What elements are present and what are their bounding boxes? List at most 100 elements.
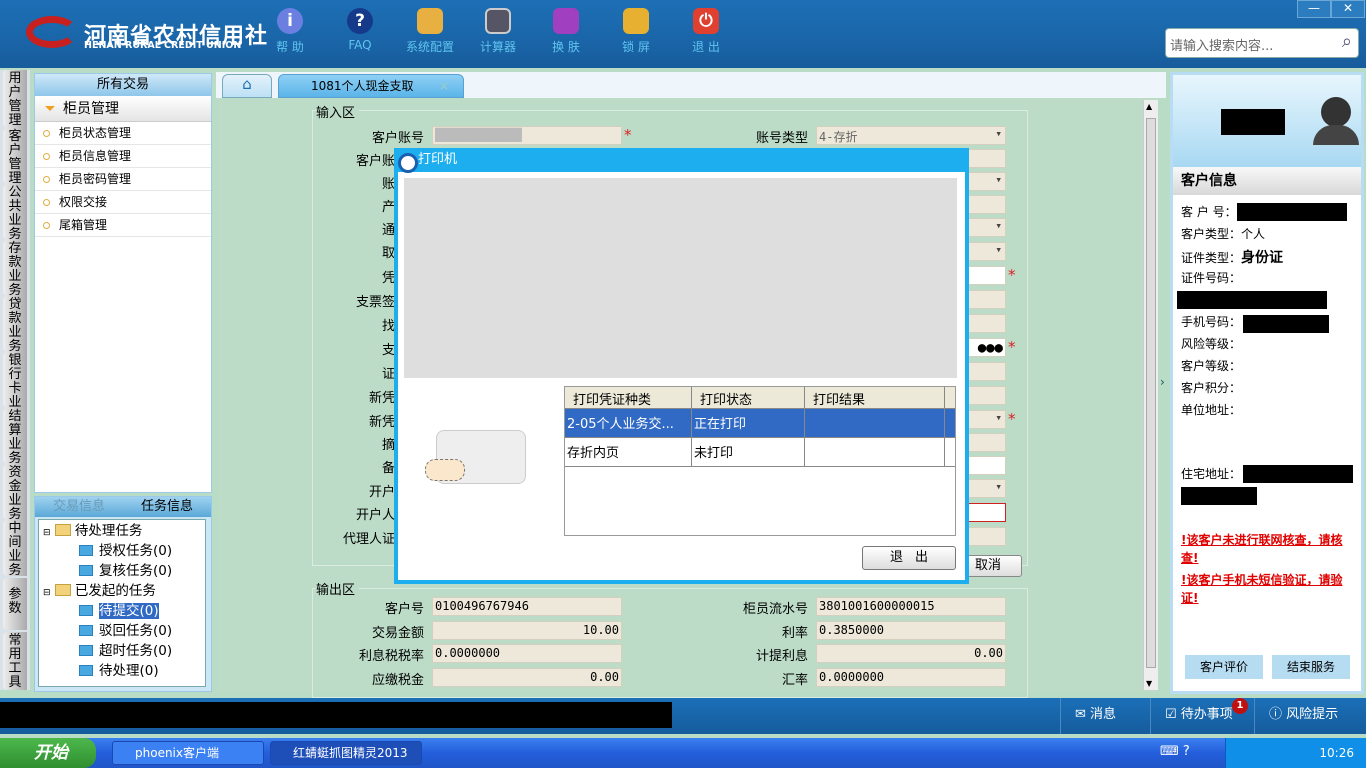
- menu-group[interactable]: 柜员管理: [35, 96, 211, 122]
- output-label: 客户号: [384, 602, 424, 617]
- field-label: 凭证: [258, 267, 408, 286]
- form-scrollbar[interactable]: ▲ ▼: [1143, 100, 1158, 690]
- folder-icon: [79, 665, 93, 676]
- taskbar-item[interactable]: 红蜻蜓抓图精灵2013: [270, 741, 422, 765]
- field-label: 开户人证: [355, 508, 408, 523]
- field-label: 产品: [258, 196, 408, 215]
- vtab-card[interactable]: 银行卡业务: [3, 352, 27, 408]
- table-header: 打印凭证种类 打印状态 打印结果: [565, 387, 955, 409]
- warning-link[interactable]: !该客户手机未短信验证，请验证!: [1181, 571, 1359, 607]
- collapse-panel-icon[interactable]: ›: [1160, 375, 1165, 389]
- folder-icon: [54, 584, 71, 596]
- tree-node[interactable]: ⊟ 已发起的任务: [43, 582, 156, 600]
- vtab-customer[interactable]: 客户管理: [3, 128, 27, 186]
- menu-item[interactable]: 柜员密码管理: [35, 168, 211, 191]
- menu-item[interactable]: 柜员信息管理: [35, 145, 211, 168]
- output-value: 10.00: [432, 620, 622, 640]
- warning-link[interactable]: !该客户未进行联网核查，请核查!: [1181, 531, 1359, 567]
- close-window-button[interactable]: ✕: [1331, 0, 1365, 18]
- customer-field: 单位地址：: [1181, 403, 1242, 417]
- tab-task-info[interactable]: 任务信息: [123, 497, 211, 517]
- menu-item[interactable]: 权限交接: [35, 191, 211, 214]
- folder-icon: [79, 545, 93, 556]
- printer-illustration-icon: [425, 430, 526, 484]
- search-input[interactable]: 请输入搜索内容... ⌕: [1165, 28, 1359, 58]
- faq-button[interactable]: ? FAQ: [328, 8, 392, 52]
- customer-field: 风险等级：: [1181, 337, 1242, 351]
- tab-transaction-info[interactable]: 交易信息: [35, 497, 123, 517]
- cancel-button[interactable]: 取消: [964, 555, 1022, 577]
- tree-node[interactable]: ⊟ 待处理任务: [43, 522, 142, 540]
- output-label: 汇率: [781, 672, 808, 688]
- vtab-settlement[interactable]: 结算业务: [3, 408, 27, 466]
- minimize-button[interactable]: —: [1297, 0, 1331, 18]
- vtab-deposit[interactable]: 存款业务: [3, 240, 27, 298]
- tab-home[interactable]: ⌂: [222, 74, 272, 98]
- customer-field: 客户等级：: [1181, 359, 1242, 373]
- customer-account-field[interactable]: ████████████: [432, 126, 622, 145]
- keyboard-icon[interactable]: ⌨ ?: [1160, 744, 1190, 759]
- vtab-user[interactable]: 用户管理: [3, 70, 27, 128]
- home-icon: ⌂: [242, 75, 252, 93]
- skin-button[interactable]: 换 肤: [534, 8, 598, 55]
- tab-transaction[interactable]: 1081个人现金支取 ×: [278, 74, 464, 98]
- output-value: 0.3850000: [816, 620, 1006, 640]
- vtab-loan[interactable]: 贷款业务: [3, 296, 27, 354]
- calculator-button[interactable]: 计算器: [466, 8, 530, 55]
- tree-leaf[interactable]: 驳回任务(0): [79, 622, 172, 640]
- vtab-fund[interactable]: 资金业务: [3, 464, 27, 522]
- vtab-tools[interactable]: 常用工具: [3, 632, 27, 690]
- task-tree: ⊟ 待处理任务 授权任务(0) 复核任务(0) ⊟ 已发起的任务 待提交(0) …: [38, 519, 206, 687]
- info-icon: i: [277, 8, 303, 34]
- output-area-legend: 输出区: [316, 579, 360, 598]
- folder-icon: [79, 625, 93, 636]
- menu-item[interactable]: 柜员状态管理: [35, 122, 211, 145]
- tree-leaf[interactable]: 待提交(0): [79, 602, 159, 620]
- settings-button[interactable]: 系统配置: [398, 8, 462, 55]
- output-label: 计提利息: [755, 649, 808, 664]
- field-label: 客户账号: [371, 131, 424, 146]
- help-button[interactable]: i帮 助: [258, 8, 322, 55]
- todo-badge: 1: [1232, 698, 1248, 714]
- vtab-public[interactable]: 公共业务: [3, 184, 27, 242]
- field-label: 开户人: [368, 485, 408, 500]
- customer-rating-button[interactable]: 客户评价: [1185, 655, 1263, 679]
- vtab-intermediary[interactable]: 中间业务: [3, 520, 27, 578]
- close-tab-icon[interactable]: ×: [439, 75, 449, 97]
- lock-icon: [623, 8, 649, 34]
- table-row[interactable]: 2-05个人业务交... 正在打印: [565, 409, 955, 438]
- power-icon: ⏻: [693, 8, 719, 34]
- field-label: 新凭证: [368, 415, 408, 430]
- redacted-value: [1237, 203, 1347, 221]
- tree-leaf[interactable]: 复核任务(0): [79, 562, 172, 580]
- tree-leaf[interactable]: 超时任务(0): [79, 642, 172, 660]
- tree-leaf[interactable]: 授权任务(0): [79, 542, 172, 560]
- menu-item[interactable]: 尾箱管理: [35, 214, 211, 237]
- todo-button[interactable]: ☑ 待办事项 1: [1150, 698, 1254, 734]
- account-type-select[interactable]: 4-存折: [816, 126, 1006, 145]
- lock-button[interactable]: 锁 屏: [604, 8, 668, 55]
- printer-dialog: 打印机 打印凭证种类 打印状态 打印结果 2-05个人业务交... 正在打印 存折内页…: [394, 148, 969, 584]
- tree-leaf[interactable]: 待处理(0): [79, 662, 159, 680]
- search-icon[interactable]: ⌕: [1342, 31, 1352, 52]
- risk-alert-button[interactable]: ⓘ 风险提示: [1254, 698, 1366, 734]
- field-label: 支票签发: [355, 295, 408, 310]
- taskbar-item[interactable]: phoenix客户端: [112, 741, 264, 765]
- end-service-button[interactable]: 结束服务: [1272, 655, 1350, 679]
- customer-field: 证件号码：: [1181, 271, 1242, 285]
- table-row[interactable]: 存折内页 未打印: [565, 438, 955, 467]
- logo-icon: [26, 16, 78, 48]
- exit-button[interactable]: ⏻ 退 出: [674, 8, 738, 55]
- vtab-params[interactable]: 参数: [3, 578, 27, 630]
- dialog-exit-button[interactable]: 退出: [862, 546, 956, 570]
- alert-icon: ⓘ: [1269, 707, 1283, 722]
- field-label: 摘要: [258, 434, 408, 453]
- message-button[interactable]: ✉ 消息: [1060, 698, 1150, 734]
- customer-field: 客 户 号：: [1181, 205, 1237, 219]
- field-label: 客户账户: [355, 154, 408, 169]
- system-tray: 10:26: [1225, 738, 1366, 768]
- output-label: 交易金额: [371, 625, 424, 641]
- start-button[interactable]: 开始: [0, 738, 96, 768]
- folder-icon: [79, 605, 93, 616]
- redacted-value: [1181, 487, 1257, 505]
